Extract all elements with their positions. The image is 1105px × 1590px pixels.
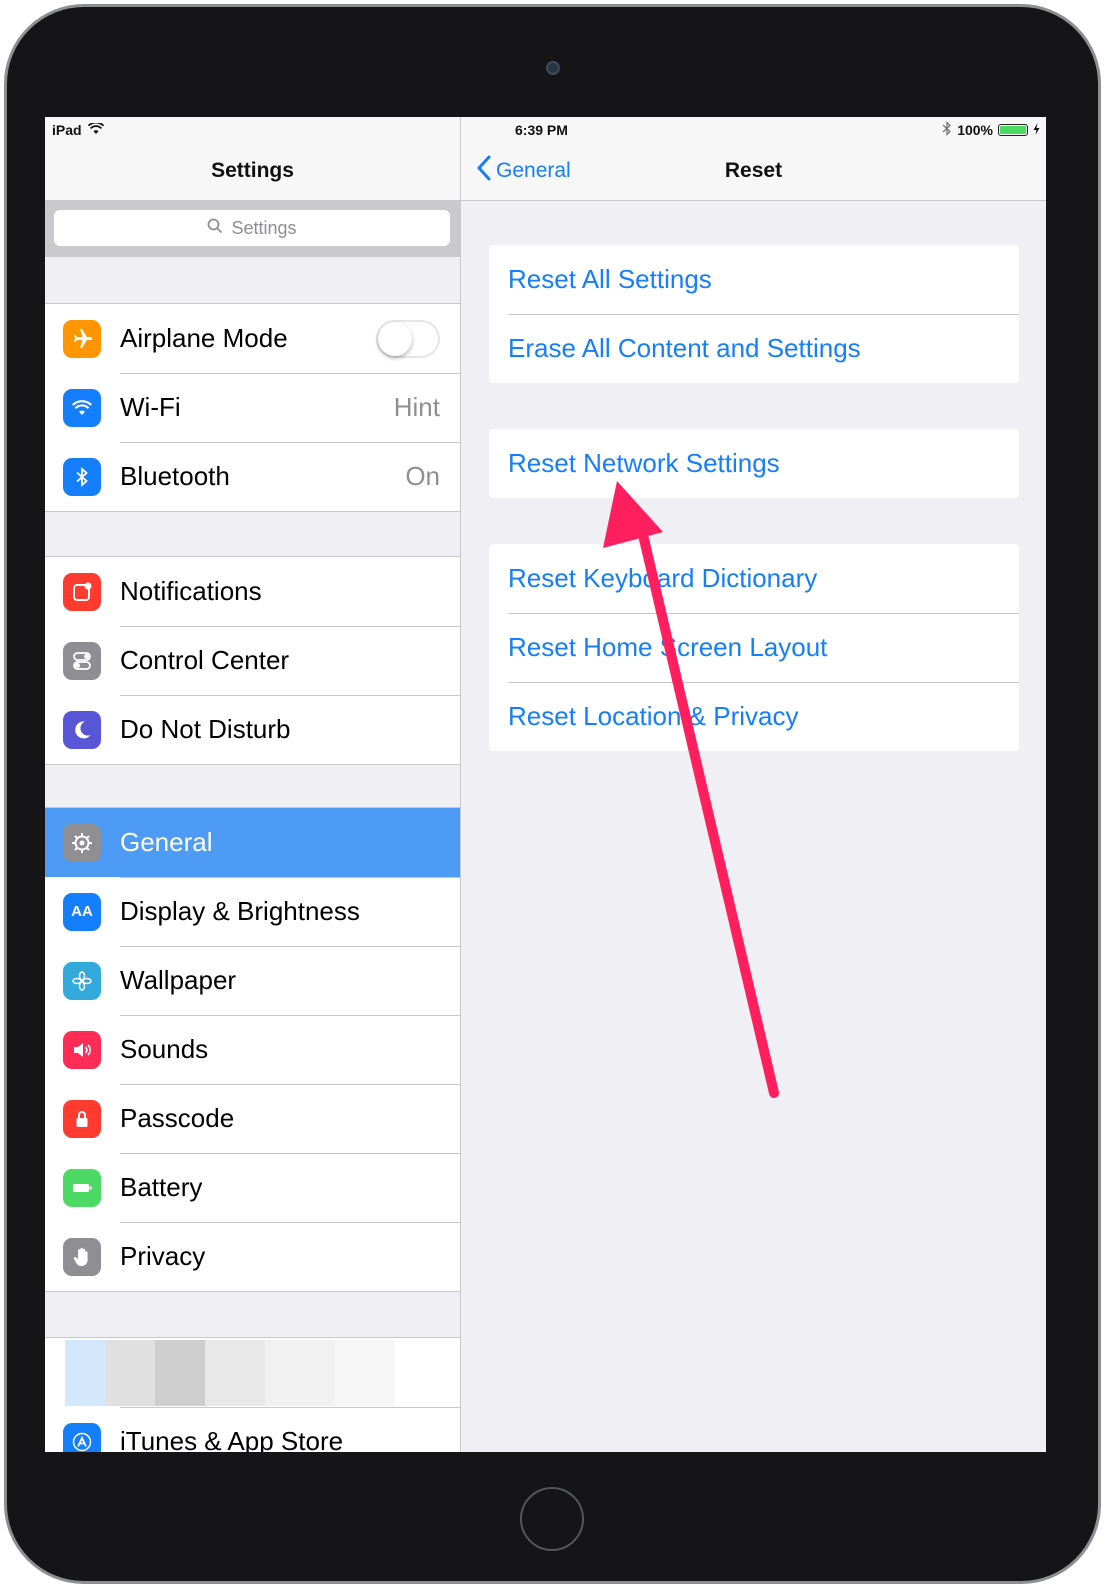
settings-title: Settings [211, 159, 294, 182]
battery-setting-icon [63, 1168, 101, 1207]
sidebar-item-label: Control Center [120, 645, 290, 675]
search-placeholder: Settings [231, 217, 297, 238]
sidebar-item-wallpaper[interactable]: Wallpaper [45, 946, 460, 1015]
display-brightness-icon: AA [63, 892, 101, 931]
speaker-icon [63, 1030, 101, 1069]
charging-bolt-icon [1033, 122, 1040, 138]
sidebar-item-label: Notifications [120, 576, 262, 606]
bluetooth-icon [63, 457, 101, 496]
reset-detail-pane: 6:39 PM 100% General Reset Reset All Set… [461, 117, 1046, 1452]
sidebar-item-label: Passcode [120, 1103, 235, 1133]
sidebar-item-do-not-disturb[interactable]: Do Not Disturb [45, 695, 460, 764]
sidebar-item-notifications[interactable]: Notifications [45, 557, 460, 626]
wallpaper-icon [63, 961, 101, 1000]
settings-group-connectivity: Airplane Mode Wi-Fi Hint Bluetooth On [45, 303, 460, 512]
home-button[interactable] [520, 1487, 584, 1551]
sidebar-item-display-brightness[interactable]: AA Display & Brightness [45, 877, 460, 946]
status-bar-right: 100% [942, 120, 1040, 139]
sidebar-item-label: Display & Brightness [120, 896, 360, 926]
battery-status-icon [998, 124, 1028, 136]
wifi-icon [63, 388, 101, 427]
settings-master-pane: iPad Settings Settings Airplane Mode Wi-… [45, 117, 461, 1452]
settings-group-device: General AA Display & Brightness Wallpape… [45, 807, 460, 1292]
search-input[interactable]: Settings [54, 210, 450, 246]
status-bar-left: iPad [52, 121, 104, 138]
airplane-mode-toggle[interactable] [376, 319, 440, 358]
hand-icon [63, 1237, 101, 1276]
sidebar-item-label: Privacy [120, 1241, 206, 1271]
sidebar-item-itunes-app-store[interactable]: iTunes & App Store [45, 1407, 460, 1452]
reset-group-other: Reset Keyboard Dictionary Reset Home Scr… [489, 544, 1019, 751]
sidebar-item-control-center[interactable]: Control Center [45, 626, 460, 695]
reset-group-network: Reset Network Settings [489, 429, 1019, 498]
control-center-icon [63, 641, 101, 680]
settings-group-notifications: Notifications Control Center Do Not Dist… [45, 556, 460, 765]
search-icon [207, 218, 223, 239]
reset-all-settings-button[interactable]: Reset All Settings [489, 245, 1019, 314]
reset-home-screen-layout-button[interactable]: Reset Home Screen Layout [489, 613, 1019, 682]
page-title: Reset [724, 159, 783, 182]
app-store-icon [63, 1422, 101, 1452]
bluetooth-status-value: On [405, 461, 440, 491]
erase-all-content-button[interactable]: Erase All Content and Settings [489, 314, 1019, 383]
airplane-icon [63, 319, 101, 358]
status-time: 6:39 PM [515, 122, 568, 138]
sidebar-item-bluetooth[interactable]: Bluetooth On [45, 442, 460, 511]
sidebar-item-label: Wi-Fi [120, 392, 181, 422]
sidebar-item-label: General [120, 827, 213, 857]
ipad-screen: iPad Settings Settings Airplane Mode Wi-… [45, 117, 1046, 1452]
sidebar-item-battery[interactable]: Battery [45, 1153, 460, 1222]
sidebar-item-label: Bluetooth [120, 461, 230, 491]
master-navigation-bar: iPad Settings [45, 117, 460, 201]
sidebar-item-passcode[interactable]: Passcode [45, 1084, 460, 1153]
blurred-content [65, 1340, 395, 1406]
sidebar-item-label: iTunes & App Store [120, 1426, 344, 1452]
notifications-icon [63, 572, 101, 611]
battery-percentage: 100% [957, 122, 993, 138]
sidebar-item-label: Do Not Disturb [120, 714, 291, 744]
search-bar-container: Settings [45, 201, 460, 257]
lock-icon [63, 1099, 101, 1138]
sidebar-item-privacy[interactable]: Privacy [45, 1222, 460, 1291]
sidebar-item-label: Wallpaper [120, 965, 237, 995]
bluetooth-status-icon [942, 120, 952, 139]
detail-navigation-bar: 6:39 PM 100% General Reset [461, 117, 1046, 201]
gear-icon [63, 823, 101, 862]
sidebar-item-wifi[interactable]: Wi-Fi Hint [45, 373, 460, 442]
settings-group-accounts: iTunes & App Store [45, 1337, 460, 1452]
sidebar-item-label: Sounds [120, 1034, 209, 1064]
sidebar-item-general[interactable]: General [45, 808, 460, 877]
sidebar-item-airplane-mode[interactable]: Airplane Mode [45, 304, 460, 373]
sidebar-item-label: Airplane Mode [120, 323, 288, 353]
wifi-network-value: Hint [393, 392, 440, 422]
reset-group-settings: Reset All Settings Erase All Content and… [489, 245, 1019, 383]
reset-keyboard-dictionary-button[interactable]: Reset Keyboard Dictionary [489, 544, 1019, 613]
reset-location-privacy-button[interactable]: Reset Location & Privacy [489, 682, 1019, 751]
reset-network-settings-button[interactable]: Reset Network Settings [489, 429, 1019, 498]
moon-icon [63, 710, 101, 749]
wifi-signal-icon [87, 121, 104, 138]
device-name: iPad [52, 122, 82, 138]
sidebar-item-blurred-account[interactable] [45, 1338, 460, 1407]
sidebar-item-sounds[interactable]: Sounds [45, 1015, 460, 1084]
front-camera [546, 61, 560, 75]
sidebar-item-label: Battery [120, 1172, 203, 1202]
